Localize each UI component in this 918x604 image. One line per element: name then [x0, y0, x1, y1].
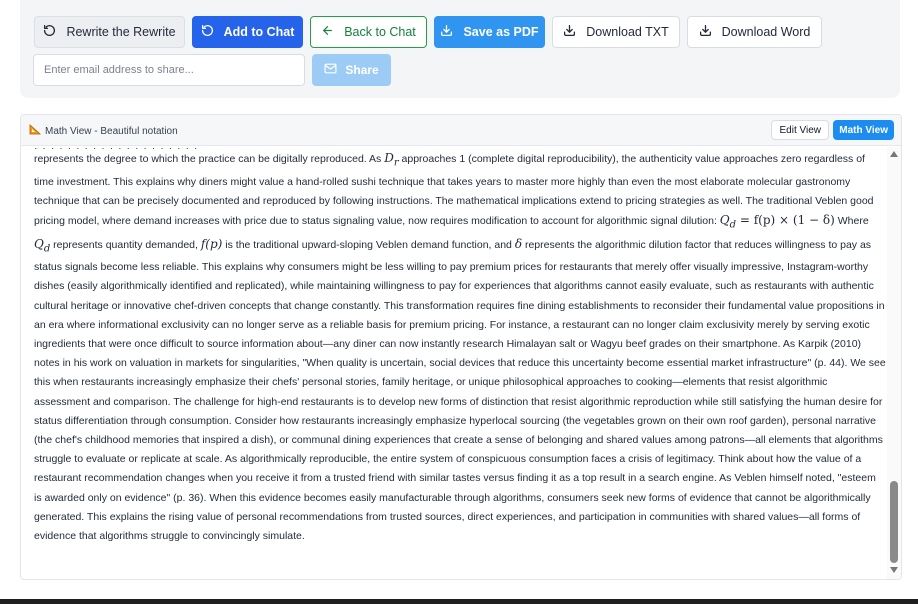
triangle-ruler-icon — [29, 124, 42, 138]
rewrite-button-label: Rewrite the Rewrite — [66, 25, 176, 39]
save-as-pdf-label: Save as PDF — [463, 25, 539, 39]
rewrite-button[interactable]: Rewrite the Rewrite — [34, 16, 185, 48]
math-view-panel: Math View - Beautiful notation Edit View… — [20, 114, 902, 580]
save-as-pdf-button[interactable]: Save as PDF — [434, 16, 545, 48]
add-to-chat-button[interactable]: Add to Chat — [192, 16, 303, 48]
toolbar-panel: Rewrite the Rewrite Add to Chat Back to … — [20, 0, 900, 98]
email-share-input[interactable] — [33, 54, 305, 86]
download-word-button[interactable]: Download Word — [687, 16, 822, 48]
math-view-header: Math View - Beautiful notation Edit View… — [21, 115, 901, 146]
refresh-icon — [201, 24, 214, 40]
math-f-p: f(p) — [200, 236, 223, 251]
edit-view-button[interactable]: Edit View — [771, 120, 829, 140]
math-view-button[interactable]: Math View — [833, 120, 894, 140]
download-txt-label: Download TXT — [586, 25, 669, 39]
refresh-icon — [43, 24, 56, 40]
math-equation: Qd = f(p) × (1 − δ) — [719, 213, 835, 231]
download-icon — [563, 24, 576, 40]
download-icon — [440, 24, 453, 40]
scroll-thumb[interactable] — [890, 481, 898, 563]
share-button[interactable]: Share — [312, 54, 391, 86]
content-paragraph: represents the degree to which the pract… — [34, 151, 886, 543]
math-content: · · · · · · · · · · · · · · · · · · · · … — [34, 148, 886, 579]
arrow-left-icon — [321, 24, 334, 40]
add-to-chat-label: Add to Chat — [223, 25, 295, 39]
scroll-down-arrow[interactable] — [890, 567, 898, 573]
scrollbar[interactable] — [887, 147, 901, 579]
mail-icon — [324, 63, 337, 77]
math-view-title-text: Math View - Beautiful notation — [45, 125, 178, 137]
math-delta: δ — [514, 236, 523, 251]
download-word-label: Download Word — [721, 25, 811, 39]
share-label: Share — [345, 63, 379, 77]
bottom-edge — [0, 599, 918, 604]
math-q-d: Qd — [34, 236, 51, 254]
scroll-up-arrow[interactable] — [890, 151, 898, 157]
download-txt-button[interactable]: Download TXT — [552, 16, 680, 48]
back-to-chat-button[interactable]: Back to Chat — [310, 16, 427, 48]
math-d-r: Dr — [384, 151, 399, 169]
download-icon — [699, 24, 712, 40]
math-view-title: Math View - Beautiful notation — [29, 124, 178, 138]
back-to-chat-label: Back to Chat — [344, 25, 416, 39]
